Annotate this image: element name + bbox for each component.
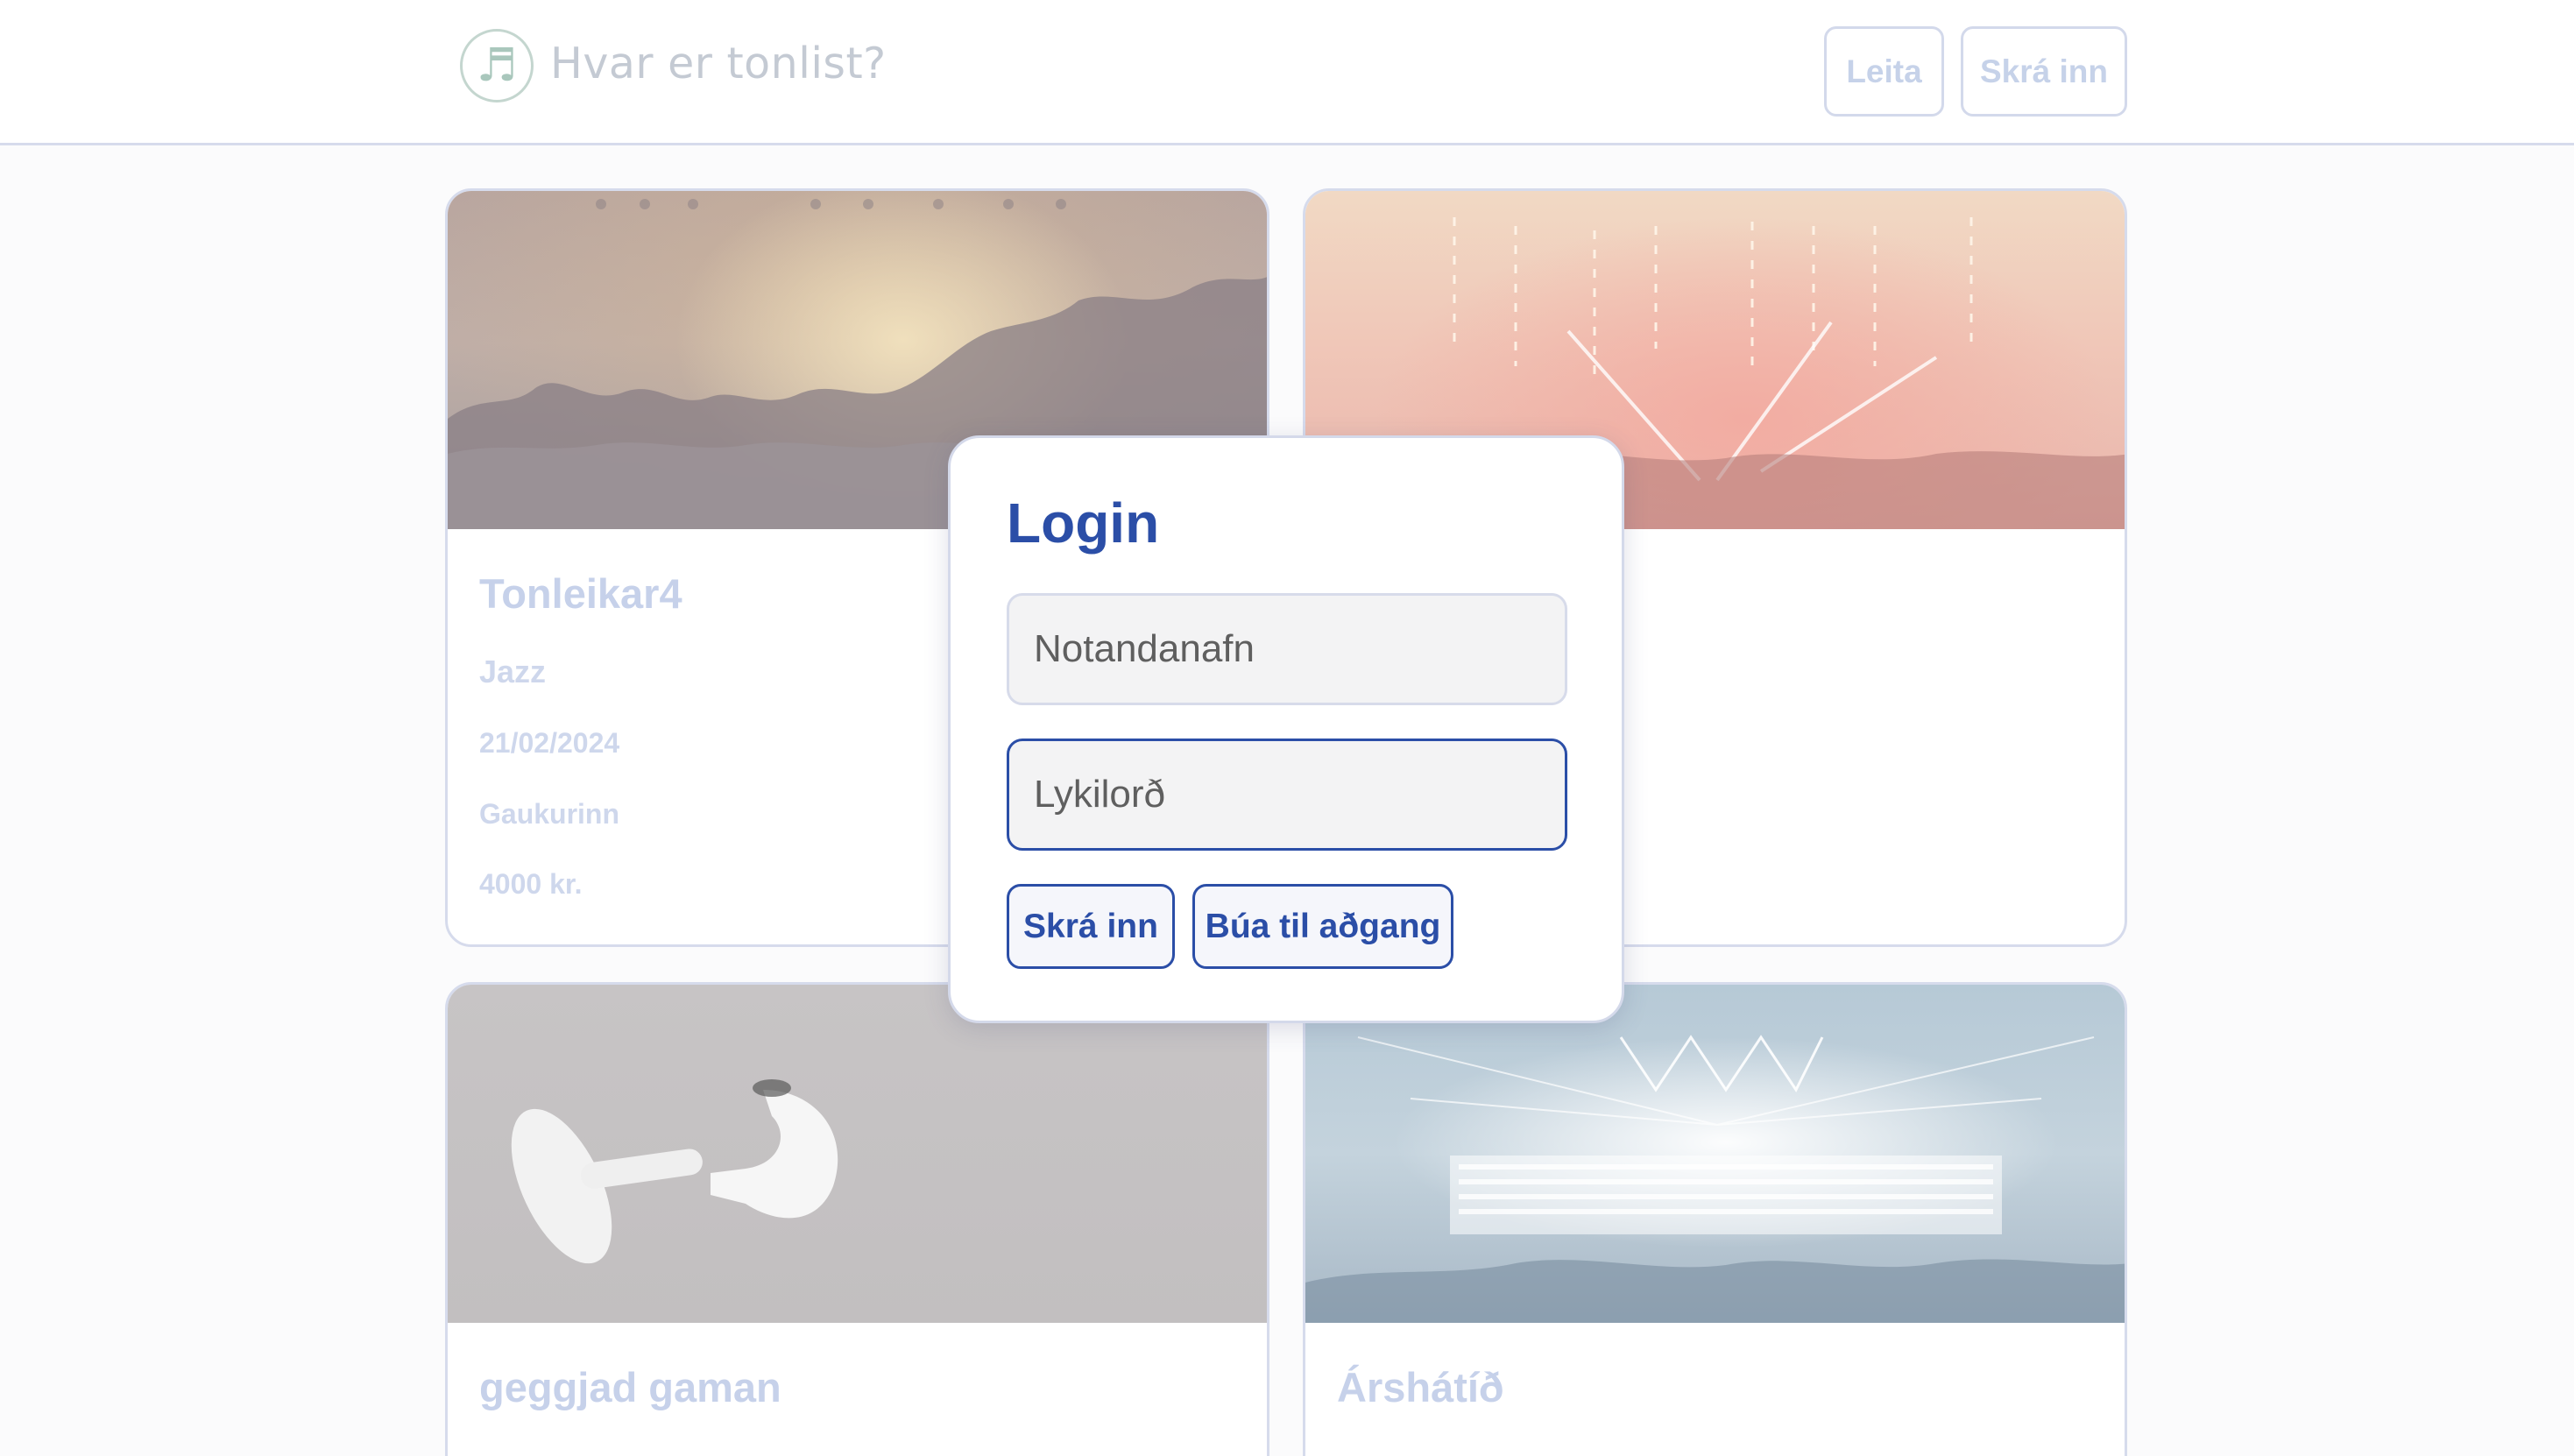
event-genre: Jazz [479, 654, 547, 689]
event-image [1305, 985, 2125, 1323]
event-title[interactable]: geggjad gaman [479, 1363, 781, 1411]
event-image [448, 985, 1267, 1323]
event-venue: Gaukurinn [479, 798, 620, 830]
event-card[interactable]: Árshátíð [1303, 982, 2127, 1456]
login-title: Login [1007, 491, 1160, 555]
header-login-button[interactable]: Skrá inn [1961, 26, 2127, 117]
login-submit-button[interactable]: Skrá inn [1007, 884, 1175, 969]
earbuds-graphic [511, 1079, 838, 1264]
password-input[interactable] [1007, 739, 1567, 851]
event-price: 4000 kr. [479, 868, 583, 900]
stage-graphic [1305, 1035, 2125, 1323]
event-date: 21/02/2024 [479, 727, 620, 759]
login-modal: Login Skrá inn Búa til aðgang [948, 435, 1624, 1023]
event-title[interactable]: Tonleikar4 [479, 569, 682, 618]
username-input[interactable] [1007, 593, 1567, 705]
event-card[interactable]: geggjad gaman [445, 982, 1269, 1456]
event-title[interactable]: Árshátíð [1337, 1363, 1504, 1411]
site-title[interactable]: Hvar er tonlist? [550, 39, 887, 88]
top-navbar: ♬ Hvar er tonlist? Leita Skrá inn [0, 0, 2574, 145]
music-note-icon[interactable]: ♬ [460, 29, 534, 102]
create-account-button[interactable]: Búa til aðgang [1192, 884, 1453, 969]
search-button[interactable]: Leita [1824, 26, 1944, 117]
logo-glyph: ♬ [476, 39, 518, 92]
app-root: ♬ Hvar er tonlist? Leita Skrá inn Tonlei… [0, 0, 2574, 1456]
